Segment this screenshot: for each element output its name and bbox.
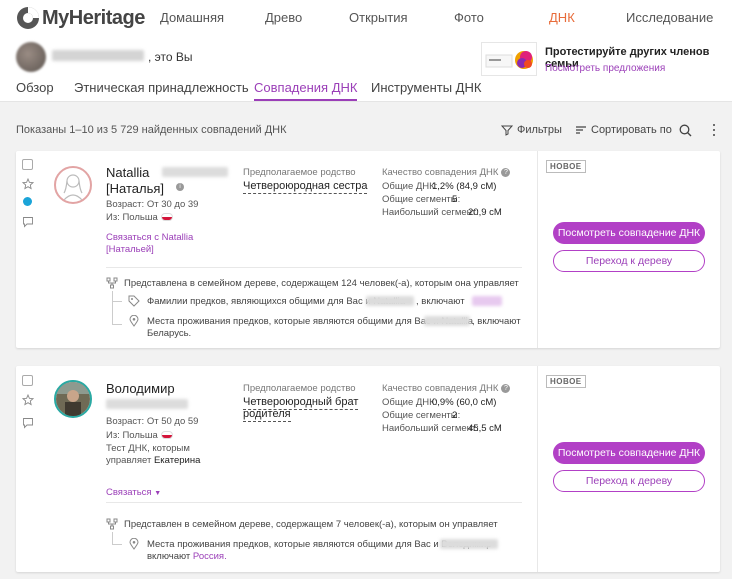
nav-discoveries[interactable]: Открытия [349,10,408,25]
tree-info: Представлена в семейном дереве, содержащ… [124,278,519,289]
chevron-down-icon: ▼ [154,490,162,497]
family-tree-icon [106,277,118,289]
poland-flag-icon [160,431,173,440]
tab-dna-matches[interactable]: Совпадения ДНК [254,80,358,101]
star-icon[interactable] [22,178,34,190]
search-button[interactable] [679,124,692,137]
user-name-redacted [52,50,144,61]
nav-tree[interactable]: Древо [265,10,302,25]
places-name-redacted [424,316,470,326]
relationship-value[interactable]: Четвероюродная сестра [243,180,368,194]
poland-flag-icon [160,213,173,222]
go-to-tree-button[interactable]: Переход к дереву [553,470,705,492]
relationship-value-line2[interactable]: родителя [243,408,291,422]
top-nav: MyHeritage Домашняя Древо Открытия Фото … [0,0,732,36]
results-summary: Показаны 1–10 из 5 729 найденных совпаде… [16,124,287,136]
contact-link[interactable]: Связаться с Natallia [106,232,193,243]
logo[interactable]: MyHeritage [16,6,145,30]
match-surname-redacted [162,167,228,177]
relationship-label: Предполагаемое родство [243,383,356,394]
sort-button[interactable]: Сортировать по [575,124,672,136]
match-first-name[interactable]: Natallia [106,165,149,180]
person-photo-icon [56,382,90,416]
help-icon[interactable]: ? [501,384,511,393]
manager-name[interactable]: Екатерина [154,455,200,466]
contact-link-alt[interactable]: [Натальей] [106,244,154,255]
new-badge: НОВОЕ [546,160,586,173]
logo-text: MyHeritage [42,6,145,29]
info-icon[interactable]: i [176,183,184,191]
largest-segment-row: Наибольший сегмент: 45,5 сМ [382,423,502,434]
surnames-value-redacted[interactable] [472,296,502,306]
select-checkbox[interactable] [22,375,33,386]
its-you-label: , это Вы [148,50,193,64]
new-match-dot [23,197,32,206]
help-icon[interactable]: ? [501,168,511,177]
dna-subheader: , это Вы Протестируйте других членов сем… [0,36,732,102]
match-country: Из: Польша [106,430,173,441]
promo-kit-image[interactable] [481,42,537,76]
managed-by-line1: Тест ДНК, которым [106,443,190,454]
more-menu-icon[interactable] [712,124,716,139]
match-surname-redacted [106,399,188,409]
shared-segments-row: Общие сегменты: 5 [382,194,461,205]
match-card: Natallia [Наталья] i Возраст: От 30 до 3… [16,151,720,348]
shared-segments-row: Общие сегменты: 2 [382,410,461,421]
match-age: Возраст: От 30 до 39 [106,199,199,210]
comment-icon[interactable] [22,417,34,429]
myheritage-logo-icon [17,7,39,29]
quality-label: Качество совпадения ДНК? [382,167,511,178]
match-photo[interactable] [54,380,92,418]
go-to-tree-button[interactable]: Переход к дереву [553,250,705,272]
match-age: Возраст: От 50 до 59 [106,416,199,427]
places-name-redacted [440,539,498,549]
sort-icon [576,126,586,134]
promo-link[interactable]: Посмотреть предложения [545,63,665,74]
filters-button[interactable]: Фильтры [501,124,562,136]
search-icon [679,124,692,137]
tab-overview[interactable]: Обзор [16,80,54,95]
dna-kit-icon [485,51,533,69]
tree-info: Представлен в семейном дереве, содержаще… [124,519,498,530]
places-suffix: включают Россия. [147,551,227,562]
sort-label: Сортировать по [591,124,672,136]
match-country: Из: Польша [106,212,173,223]
tab-dna-tools[interactable]: Инструменты ДНК [371,80,481,95]
match-photo-placeholder[interactable] [54,166,92,204]
nav-research[interactable]: Исследование [626,10,713,25]
new-badge: НОВОЕ [546,375,586,388]
match-alt-name: [Наталья] [106,181,164,196]
surname-redacted [366,296,414,306]
nav-photos[interactable]: Фото [454,10,484,25]
relationship-label: Предполагаемое родство [243,167,356,178]
contact-dropdown[interactable]: Связаться ▼ [106,487,161,498]
places-value-link[interactable]: Россия. [193,551,227,562]
tab-ethnicity[interactable]: Этническая принадлежность [74,80,249,95]
tag-icon [128,295,140,307]
match-first-name[interactable]: Володимир [106,381,175,396]
places-value-link[interactable]: Беларусь. [147,328,191,339]
nav-home[interactable]: Домашняя [160,10,224,25]
quality-label: Качество совпадения ДНК? [382,383,511,394]
female-silhouette-icon [63,174,83,201]
select-checkbox[interactable] [22,159,33,170]
shared-dna-row: Общие ДНК: 1,2% (84,9 сМ) [382,181,497,192]
match-card: Володимир Возраст: От 50 до 59 Из: Польш… [16,366,720,572]
shared-dna-row: Общие ДНК: 0,9% (60,0 сМ) [382,397,497,408]
star-icon[interactable] [22,394,34,406]
comment-icon[interactable] [22,216,34,228]
nav-dna[interactable]: ДНК [549,10,575,25]
view-dna-match-button[interactable]: Посмотреть совпадение ДНК [553,442,705,464]
view-dna-match-button[interactable]: Посмотреть совпадение ДНК [553,222,705,244]
managed-by-line2: управляет Екатерина [106,455,201,466]
location-pin-icon [129,538,139,550]
location-pin-icon [129,315,139,327]
largest-segment-row: Наибольший сегмент: 20,9 сМ [382,207,502,218]
filter-icon [501,125,513,136]
user-avatar[interactable] [16,42,46,72]
family-tree-icon [106,518,118,530]
filters-label: Фильтры [517,124,562,136]
